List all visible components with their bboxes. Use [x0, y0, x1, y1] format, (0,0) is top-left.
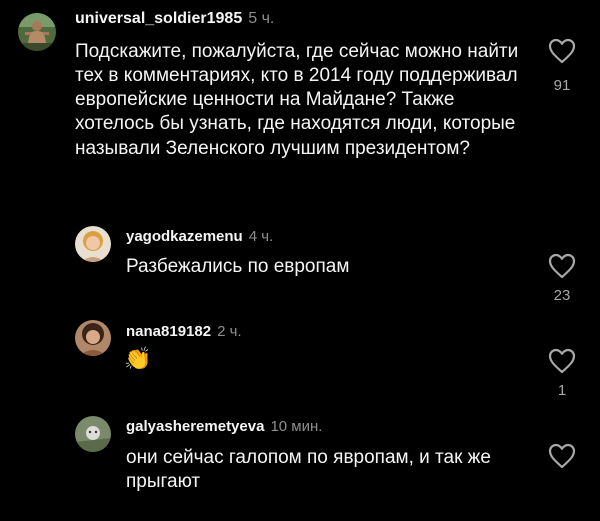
- timestamp: 10 мин.: [270, 418, 323, 435]
- comment: galyasheremetyeva 10 мин. они сейчас гало…: [0, 405, 600, 521]
- username[interactable]: nana819182: [126, 323, 211, 340]
- avatar[interactable]: [18, 13, 56, 51]
- like-button[interactable]: [548, 38, 576, 66]
- username[interactable]: yagodkazemenu: [126, 228, 243, 245]
- like-button[interactable]: [548, 253, 576, 281]
- timestamp: 4 ч.: [248, 228, 274, 245]
- comment: yagodkazemenu 4 ч. Разбежались по европам…: [0, 215, 600, 310]
- comment-text: Подскажите, пожалуйста, где сейчас можно…: [75, 41, 519, 159]
- heart-outline-icon: [548, 348, 576, 374]
- username[interactable]: galyasheremetyeva: [126, 418, 264, 435]
- avatar[interactable]: [75, 226, 111, 262]
- comment-header: yagodkazemenu 4 ч.: [126, 228, 273, 245]
- timestamp: 2 ч.: [217, 323, 242, 340]
- avatar[interactable]: [75, 416, 111, 452]
- clapping-hands-emoji: 👏: [124, 346, 152, 371]
- username[interactable]: universal_soldier1985: [75, 10, 242, 27]
- like-count[interactable]: 91: [542, 77, 582, 94]
- comment-text: они сейчас галопом по явропам, и так же …: [126, 447, 491, 493]
- like-count[interactable]: 1: [542, 382, 582, 399]
- comment-text: Разбежались по европам: [126, 256, 350, 277]
- comment: universal_soldier1985 5 ч. Подскажите, по…: [0, 0, 600, 200]
- like-button[interactable]: [548, 443, 576, 471]
- heart-outline-icon: [548, 38, 576, 64]
- comment-header: nana819182 2 ч.: [126, 323, 242, 340]
- comment: nana819182 2 ч. 👏 1: [0, 310, 600, 405]
- heart-outline-icon: [548, 443, 576, 469]
- avatar[interactable]: [75, 320, 111, 356]
- like-button[interactable]: [548, 348, 576, 376]
- comment-header: universal_soldier1985 5 ч.: [75, 10, 274, 28]
- like-count[interactable]: 23: [542, 287, 582, 304]
- heart-outline-icon: [548, 253, 576, 279]
- comment-header: galyasheremetyeva 10 мин.: [126, 418, 322, 435]
- timestamp: 5 ч.: [248, 10, 275, 27]
